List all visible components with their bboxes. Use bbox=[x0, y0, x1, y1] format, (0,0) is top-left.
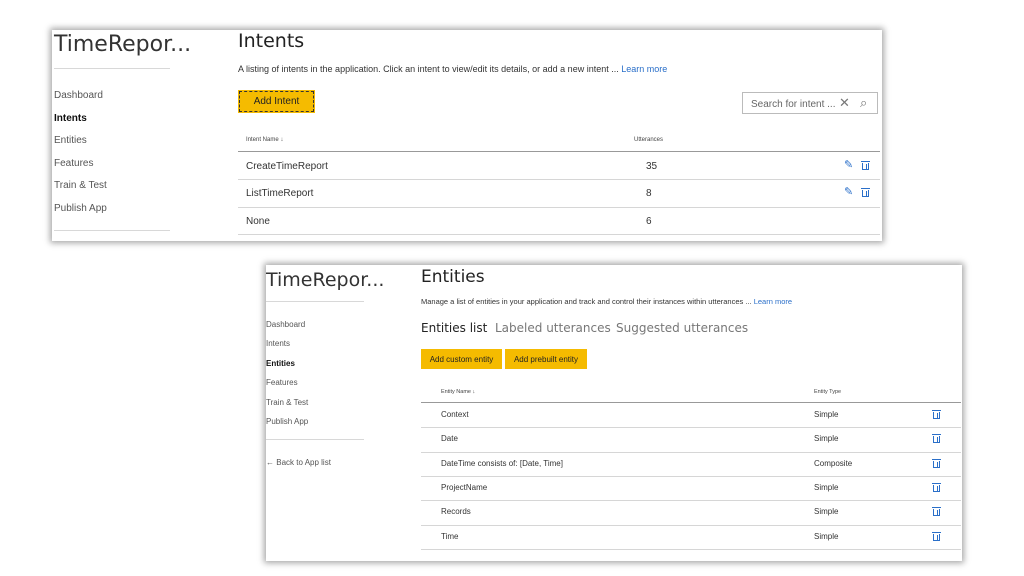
entity-type: Simple bbox=[814, 410, 839, 419]
trash-icon[interactable] bbox=[932, 458, 941, 468]
page-description: A listing of intents in the application.… bbox=[238, 64, 667, 74]
page-title: Entities bbox=[421, 267, 485, 287]
intents-window: TimeRepor... Dashboard Intents Entities Fea… bbox=[52, 30, 882, 241]
add-intent-button[interactable]: Add Intent bbox=[238, 90, 315, 113]
intent-name[interactable]: CreateTimeReport bbox=[246, 161, 328, 172]
sidebar-item-features[interactable]: Features bbox=[54, 153, 107, 176]
sidebar-item-train-test[interactable]: Train & Test bbox=[54, 175, 107, 198]
trash-icon[interactable] bbox=[932, 531, 941, 541]
header-divider bbox=[421, 402, 961, 403]
column-header-utterances: Utterances bbox=[634, 137, 664, 143]
trash-icon[interactable] bbox=[932, 482, 941, 492]
entity-type: Simple bbox=[814, 531, 839, 541]
entity-type: Composite bbox=[814, 458, 853, 468]
intent-name[interactable]: ListTimeReport bbox=[246, 188, 313, 199]
trash-icon[interactable] bbox=[932, 434, 941, 444]
row-divider bbox=[421, 451, 961, 453]
add-prebuilt-entity-button[interactable]: Add prebuilt entity bbox=[505, 349, 587, 369]
trash-icon[interactable] bbox=[861, 161, 870, 170]
intent-name[interactable]: None bbox=[246, 216, 270, 227]
utterance-count: 8 bbox=[646, 188, 652, 200]
trash-icon[interactable] bbox=[861, 188, 870, 198]
row-divider bbox=[421, 427, 961, 429]
sidebar-divider bbox=[54, 68, 170, 69]
search-icon[interactable]: ⌕ bbox=[860, 95, 867, 111]
sidebar-item-entities[interactable]: Entities bbox=[266, 354, 308, 373]
pencil-icon[interactable]: ✎ bbox=[844, 158, 853, 171]
entities-window: TimeRepor... Dashboard Intents Entities Fea… bbox=[266, 265, 962, 561]
back-link-label: Back to App list bbox=[276, 458, 331, 467]
pencil-icon[interactable]: ✎ bbox=[844, 185, 853, 198]
sidebar-nav: Dashboard Intents Entities Features Train & … bbox=[54, 85, 107, 221]
arrow-left-icon: ← bbox=[266, 458, 274, 467]
sidebar-item-dashboard[interactable]: Dashboard bbox=[54, 85, 107, 108]
tab-suggested-utterances[interactable]: Suggested utterances bbox=[616, 321, 748, 335]
app-title: TimeRepor... bbox=[54, 32, 192, 57]
learn-more-link[interactable]: Learn more bbox=[621, 64, 667, 74]
entity-type: Simple bbox=[814, 434, 839, 444]
row-divider bbox=[238, 233, 880, 235]
row-divider bbox=[421, 475, 961, 477]
entity-type: Simple bbox=[814, 507, 839, 517]
entity-type: Simple bbox=[814, 482, 839, 492]
sidebar-item-publish-app[interactable]: Publish App bbox=[54, 198, 107, 221]
entity-name[interactable]: Records bbox=[441, 507, 471, 516]
sidebar-divider bbox=[266, 301, 364, 302]
tab-entities-list[interactable]: Entities list bbox=[421, 321, 487, 335]
row-divider bbox=[421, 524, 961, 526]
learn-more-link[interactable]: Learn more bbox=[754, 297, 792, 306]
sidebar-item-intents[interactable]: Intents bbox=[54, 108, 107, 131]
entity-name[interactable]: DateTime consists of: [Date, Time] bbox=[441, 459, 563, 468]
utterance-count: 6 bbox=[646, 215, 652, 227]
entity-name[interactable]: ProjectName bbox=[441, 483, 487, 492]
header-divider bbox=[238, 151, 880, 152]
sidebar-divider bbox=[54, 230, 170, 231]
page-title: Intents bbox=[238, 30, 305, 52]
description-text: A listing of intents in the application.… bbox=[238, 64, 619, 74]
row-divider bbox=[421, 500, 961, 502]
entity-name[interactable]: Context bbox=[441, 410, 469, 419]
sidebar-item-features[interactable]: Features bbox=[266, 373, 308, 392]
app-title: TimeRepor... bbox=[266, 269, 385, 291]
trash-icon[interactable] bbox=[932, 507, 941, 517]
sidebar-item-entities[interactable]: Entities bbox=[54, 130, 107, 153]
sidebar-divider bbox=[266, 439, 364, 440]
sidebar-item-dashboard[interactable]: Dashboard bbox=[266, 315, 308, 334]
trash-icon[interactable] bbox=[932, 410, 941, 419]
close-icon[interactable]: ✕ bbox=[839, 95, 850, 111]
column-header-entity-type: Entity Type bbox=[814, 389, 842, 395]
description-text: Manage a list of entities in your applic… bbox=[421, 297, 752, 306]
sidebar-nav: Dashboard Intents Entities Features Train & … bbox=[266, 315, 308, 431]
sidebar-item-train-test[interactable]: Train & Test bbox=[266, 393, 308, 412]
utterance-count: 35 bbox=[646, 161, 658, 172]
sidebar-item-publish-app[interactable]: Publish App bbox=[266, 412, 308, 431]
sidebar-item-intents[interactable]: Intents bbox=[266, 334, 308, 353]
column-header-entity-name[interactable]: Entity Name ↓ bbox=[441, 389, 475, 395]
search-box: ✕ ⌕ bbox=[742, 92, 878, 114]
page-description: Manage a list of entities in your applic… bbox=[421, 297, 792, 306]
row-divider bbox=[238, 179, 880, 181]
add-custom-entity-button[interactable]: Add custom entity bbox=[421, 349, 502, 369]
column-header-intent-name[interactable]: Intent Name ↓ bbox=[246, 137, 283, 143]
entity-name[interactable]: Time bbox=[441, 532, 458, 541]
search-input[interactable] bbox=[751, 97, 839, 111]
entity-name[interactable]: Date bbox=[441, 434, 458, 443]
row-divider bbox=[421, 548, 961, 550]
tab-labeled-utterances[interactable]: Labeled utterances bbox=[495, 321, 611, 335]
back-to-app-list-link[interactable]: ← Back to App list bbox=[266, 458, 331, 467]
row-divider bbox=[238, 206, 880, 208]
